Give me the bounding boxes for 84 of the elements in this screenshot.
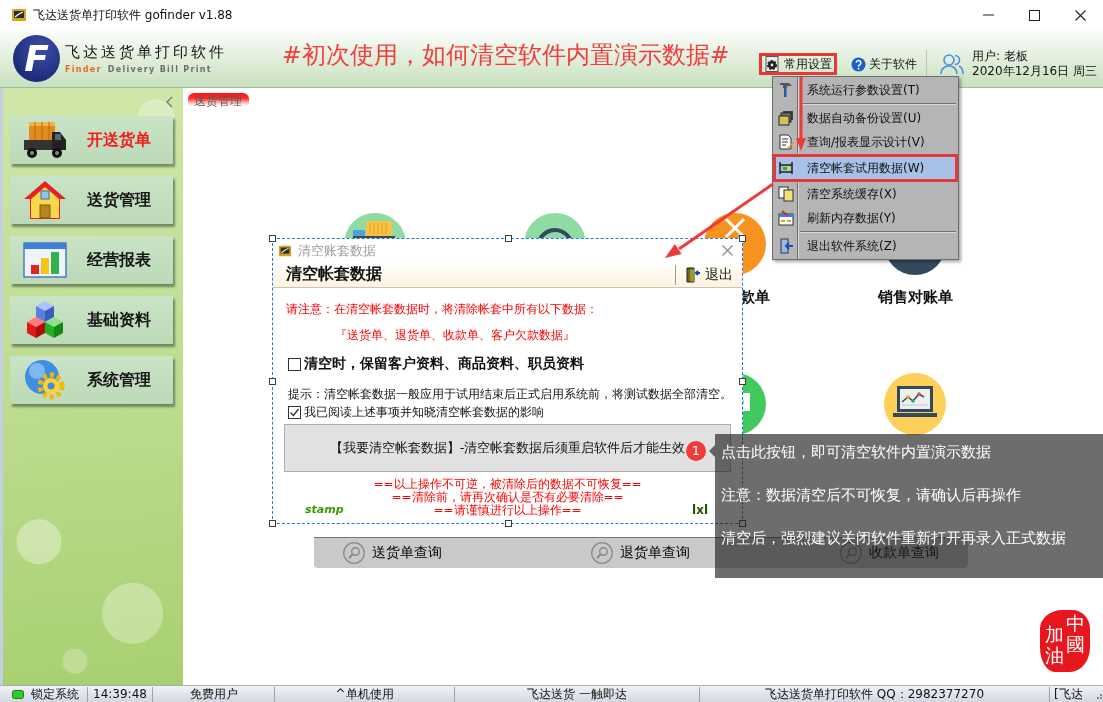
maximize-icon[interactable] <box>1028 9 1040 21</box>
bar-chart-icon <box>23 242 67 278</box>
tagline-brand: Finder <box>65 63 102 76</box>
caution-text: ==清除前，请再次确认是否有必要清除== <box>391 491 624 504</box>
exit-button[interactable]: 退出 <box>675 264 742 285</box>
resize-handle[interactable] <box>269 378 276 385</box>
search-icon <box>591 542 613 564</box>
status-text: 免费用户 <box>189 685 238 702</box>
sidebar-item[interactable]: 基础资料 <box>10 296 173 344</box>
cubes-icon <box>25 301 65 339</box>
checkbox-label[interactable]: 我已阅读上述事项并知晓清空帐套数据的影响 <box>304 403 544 421</box>
sidebar-item[interactable]: 送货管理 <box>10 176 173 224</box>
settings-button[interactable]: 常用设置 <box>759 53 838 75</box>
copy-icon <box>778 186 794 202</box>
exit-door-icon <box>686 266 700 283</box>
sidebar-item[interactable]: 系统管理 <box>10 356 173 404</box>
current-date: 2020年12月16日 周三 <box>972 64 1097 79</box>
search-icon <box>343 542 365 564</box>
resize-handle[interactable] <box>739 378 746 385</box>
menu-item[interactable]: 刷新内存数据(Y) <box>773 206 958 230</box>
seal-text: 中國 <box>1066 613 1085 657</box>
dialog-heading: 清空帐套数据 <box>286 264 382 285</box>
settings-icon <box>764 56 781 72</box>
menu-item[interactable]: 清空系统缓存(X) <box>773 182 958 206</box>
tooltip-text: 清空后，强烈建议关闭软件重新打开再录入正式数据 <box>721 528 1066 547</box>
signature-text: lxl <box>692 503 708 517</box>
caution-text: ==以上操作不可逆，被清除后的数据不可恢复== <box>373 478 642 491</box>
status-text: 飞达送货单打印软件 QQ：2982377270 <box>764 685 985 702</box>
app-icon <box>278 243 292 258</box>
resize-handle[interactable] <box>269 235 276 242</box>
status-text: ^单机使用 <box>335 685 394 702</box>
dialog-title: 清空账套数据 <box>298 241 376 260</box>
menu-item[interactable]: 查询/报表显示设计(V) <box>773 130 958 154</box>
hammer-icon <box>778 82 794 98</box>
clock-time: 14:39:48 <box>93 687 147 701</box>
status-text: 飞达送货 一触即达 <box>527 685 627 702</box>
checkbox[interactable] <box>288 357 301 371</box>
query-button[interactable]: 送货单查询 <box>343 542 442 564</box>
tile-label: 销售对账单 <box>877 288 953 306</box>
window-icon <box>778 210 794 226</box>
seal-text: 加油 <box>1045 624 1064 668</box>
chevron-left-icon[interactable] <box>165 96 173 108</box>
status-text: [飞达 <box>1054 685 1083 702</box>
close-icon[interactable] <box>1074 9 1086 21</box>
house-icon <box>23 180 67 220</box>
app-logo: F <box>13 35 60 82</box>
tagline: Delivery Bill Print <box>107 63 212 76</box>
resize-handle[interactable] <box>739 520 746 527</box>
tooltip-text: 注意：数据清空后不可恢复，请确认后再操作 <box>721 485 1021 505</box>
checkbox[interactable] <box>288 405 301 419</box>
app-icon <box>11 7 27 23</box>
hint-text: 提示：清空帐套数据一般应用于试用结束后正式启用系统前，将测试数据全部清空。 <box>288 387 733 401</box>
status-led-icon <box>12 689 24 699</box>
resize-handle[interactable] <box>739 235 746 242</box>
checkbox-label[interactable]: 清空时，保留客户资料、商品资料、职员资料 <box>304 355 584 373</box>
menu-item[interactable]: 退出软件系统(Z) <box>773 234 958 258</box>
lock-status: 锁定系统 <box>31 685 79 702</box>
affected-data-text: 『送货单、退货单、收款单、客户欠款数据』 <box>335 328 576 342</box>
minimize-icon[interactable] <box>982 14 994 16</box>
document-pencil-icon <box>778 134 794 150</box>
headline: #初次使用，如何清空软件内置演示数据# <box>282 40 730 71</box>
menu-item[interactable]: 清空帐套试用数据(W) <box>773 154 958 182</box>
laptop-chart-icon[interactable] <box>884 373 946 435</box>
exit-door-icon <box>778 238 794 254</box>
user-name: 用户: 老板 <box>972 49 1029 64</box>
gear-icon <box>24 359 66 401</box>
warning-text: 请注意：在清空帐套数据时，将清除帐套中所有以下数据： <box>286 302 599 316</box>
stacked-windows-icon <box>778 110 794 126</box>
query-button[interactable]: 退货单查询 <box>591 542 690 564</box>
frame-icon <box>778 160 794 176</box>
help-icon <box>851 56 867 72</box>
menu-item[interactable]: 数据自动备份设置(U) <box>773 106 958 130</box>
app-name: 飞达送货单打印软件 <box>65 41 227 62</box>
resize-handle[interactable] <box>505 235 512 242</box>
stamp-label: stamp <box>305 503 344 517</box>
caution-text: ==请谨慎进行以上操作== <box>433 504 582 517</box>
users-icon <box>940 53 965 75</box>
sidebar-item[interactable]: 经营报表 <box>10 236 173 284</box>
resize-handle[interactable] <box>269 520 276 527</box>
window-title: 飞达送货单打印软件 gofinder v1.88 <box>33 6 233 24</box>
resize-handle[interactable] <box>505 520 512 527</box>
about-button[interactable]: 关于软件 <box>851 53 918 75</box>
truck-icon <box>23 120 67 160</box>
menu-item[interactable]: 系统运行参数设置(T) <box>773 78 958 102</box>
